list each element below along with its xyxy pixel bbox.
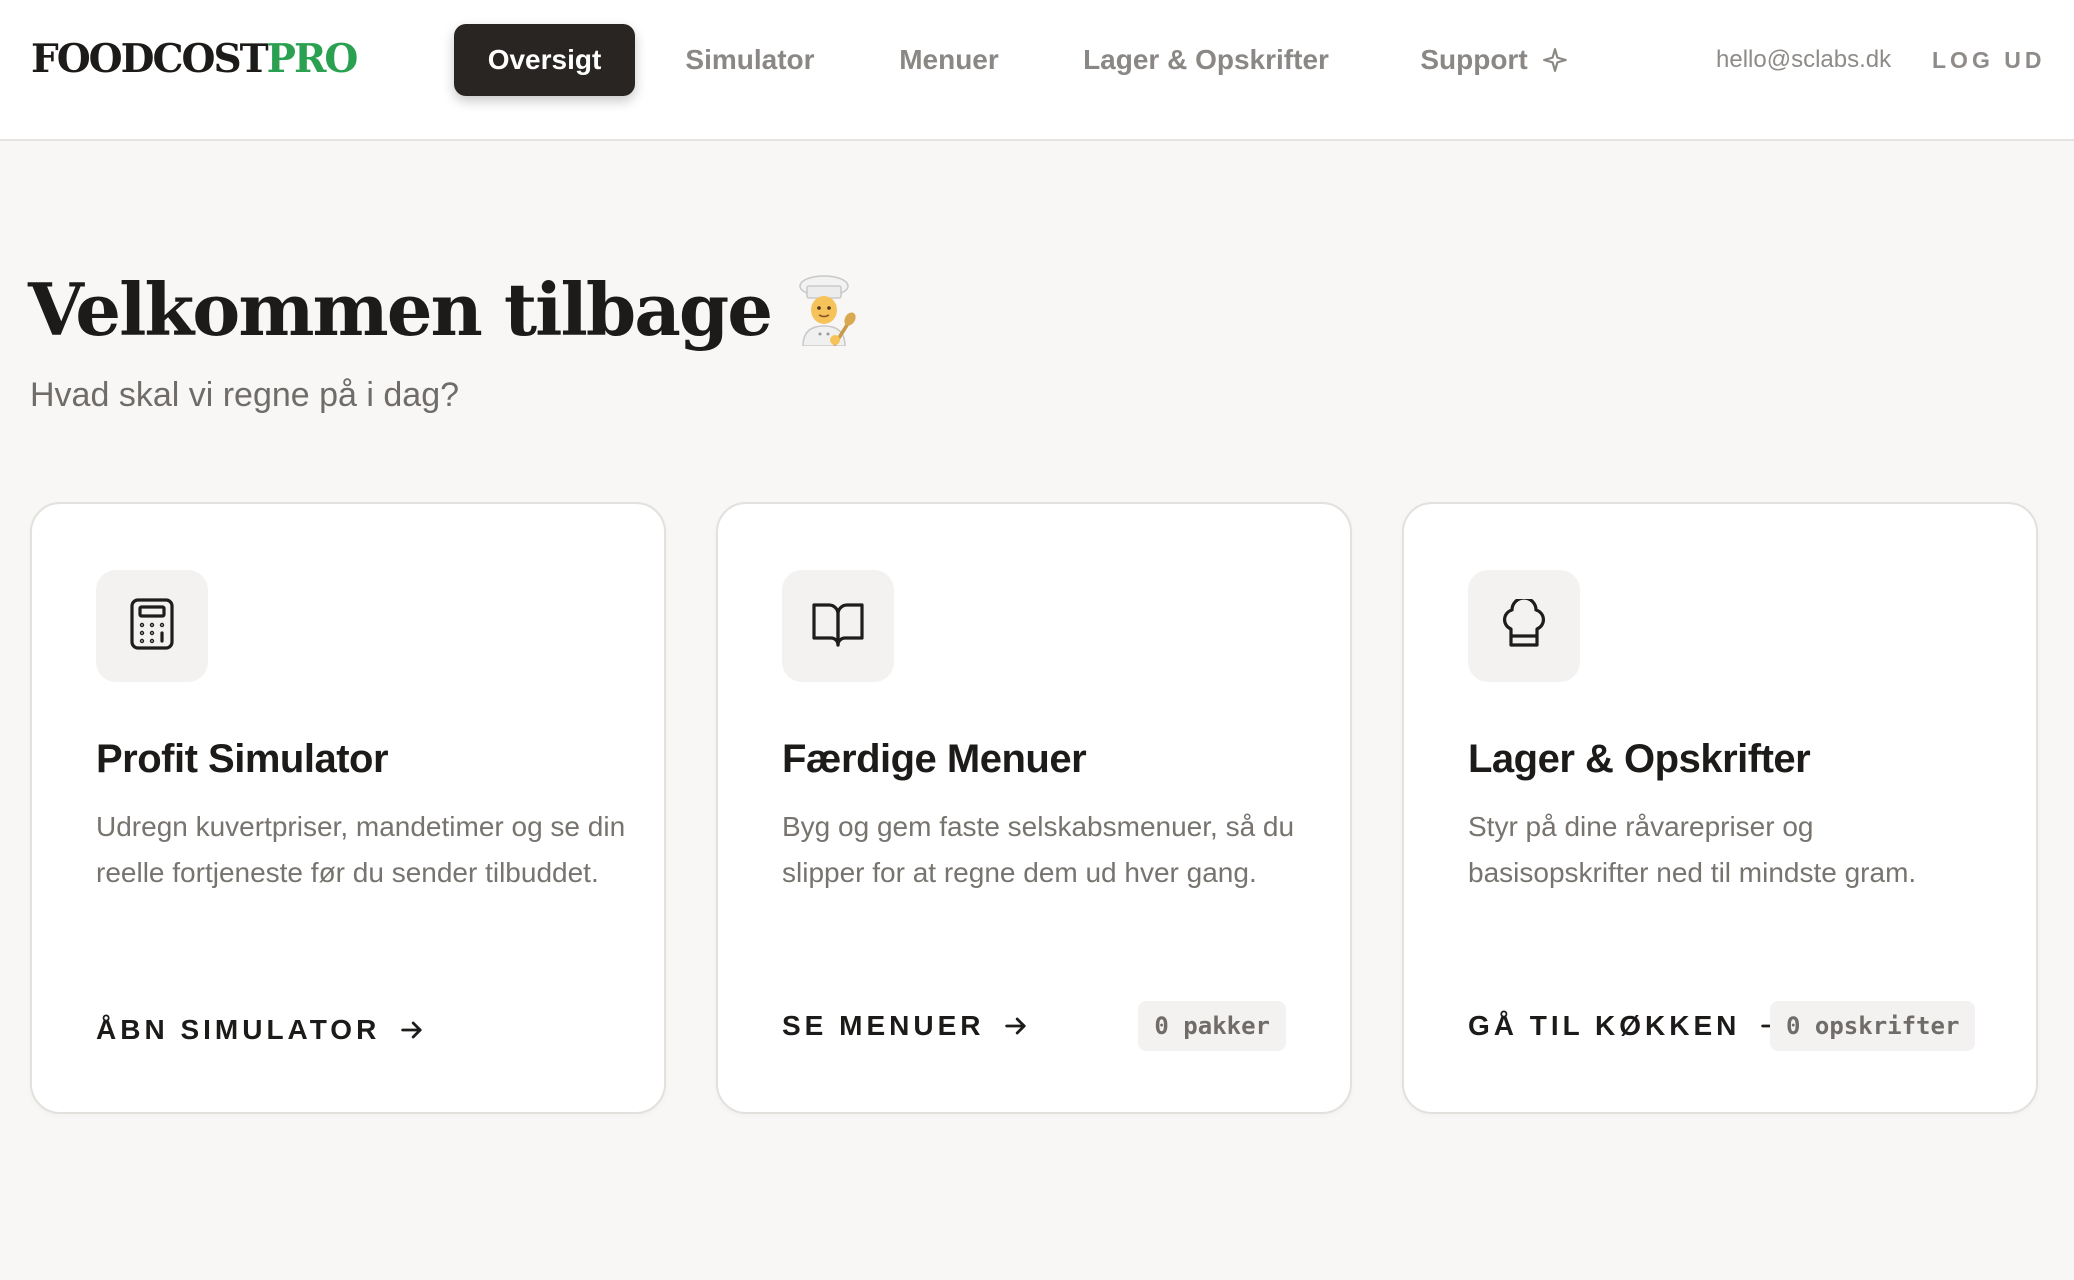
book-icon-tile (782, 570, 894, 682)
calculator-icon-tile (96, 570, 208, 682)
card-faerdige-menuer[interactable]: Færdige Menuer Byg og gem faste selskabs… (716, 502, 1352, 1114)
calculator-icon (129, 597, 175, 655)
card-title: Færdige Menuer (782, 737, 1087, 781)
open-simulator-link[interactable]: ÅBN SIMULATOR (96, 1010, 426, 1050)
nav-tab-oversigt[interactable]: Oversigt (454, 24, 635, 96)
logout-button[interactable]: LOG UD (1932, 42, 2045, 78)
arrow-right-icon (398, 1016, 426, 1044)
card-description: Udregn kuvertpriser, mandetimer og se di… (96, 811, 626, 888)
card-description: Byg og gem faste selskabsmenuer, så du s… (782, 811, 1295, 888)
nav-tab-simulator[interactable]: Simulator (672, 24, 828, 96)
user-email: hello@sclabs.dk (1716, 46, 1892, 73)
sparkle-icon (1542, 47, 1568, 73)
card-profit-simulator[interactable]: Profit Simulator Udregn kuvertpriser, ma… (30, 502, 666, 1114)
cta-label: SE MENUER (782, 1010, 985, 1041)
chef-hat-icon-tile (1468, 570, 1580, 682)
brand-logo[interactable]: FOODCOSTPRO (31, 34, 359, 84)
recipe-count-badge: 0 opskrifter (1770, 1001, 1976, 1051)
go-to-kitchen-link[interactable]: GÅ TIL KØKKEN (1468, 1006, 1786, 1046)
page-title: Velkommen tilbage (28, 262, 857, 358)
nav-tab-support[interactable]: Support (1404, 24, 1584, 96)
card-title: Profit Simulator (96, 737, 389, 781)
package-count-badge: 0 pakker (1138, 1001, 1286, 1051)
nav-tab-label: Simulator (685, 44, 815, 75)
welcome-subtitle: Hvad skal vi regne på i dag? (30, 376, 460, 414)
cta-label: ÅBN SIMULATOR (96, 1014, 381, 1045)
nav-tab-label: Menuer (899, 44, 999, 75)
card-description: Styr på dine råvarepriser og basisopskri… (1468, 811, 1917, 888)
arrow-right-icon (1002, 1012, 1030, 1040)
see-menus-link[interactable]: SE MENUER (782, 1006, 1030, 1046)
nav-tab-menuer[interactable]: Menuer (884, 24, 1014, 96)
cta-label: GÅ TIL KØKKEN (1468, 1010, 1741, 1041)
brand-logo-part1: FOODCOST (31, 36, 269, 82)
chef-hat-icon (1498, 595, 1550, 654)
card-title: Lager & Opskrifter (1468, 737, 1811, 781)
top-navigation-bar: FOODCOSTPRO Oversigt Simulator Menuer La… (0, 0, 2074, 141)
nav-tab-label: Oversigt (487, 44, 602, 75)
nav-tab-lager-opskrifter[interactable]: Lager & Opskrifter (1071, 24, 1341, 96)
book-open-icon (811, 600, 865, 653)
chef-emoji (791, 274, 857, 346)
brand-logo-part2: PRO (266, 36, 359, 82)
card-lager-opskrifter[interactable]: Lager & Opskrifter Styr på dine råvarepr… (1402, 502, 2038, 1114)
nav-tab-label: Support (1420, 44, 1528, 75)
welcome-heading: Velkommen tilbage (28, 267, 773, 352)
nav-tab-label: Lager & Opskrifter (1083, 44, 1329, 75)
